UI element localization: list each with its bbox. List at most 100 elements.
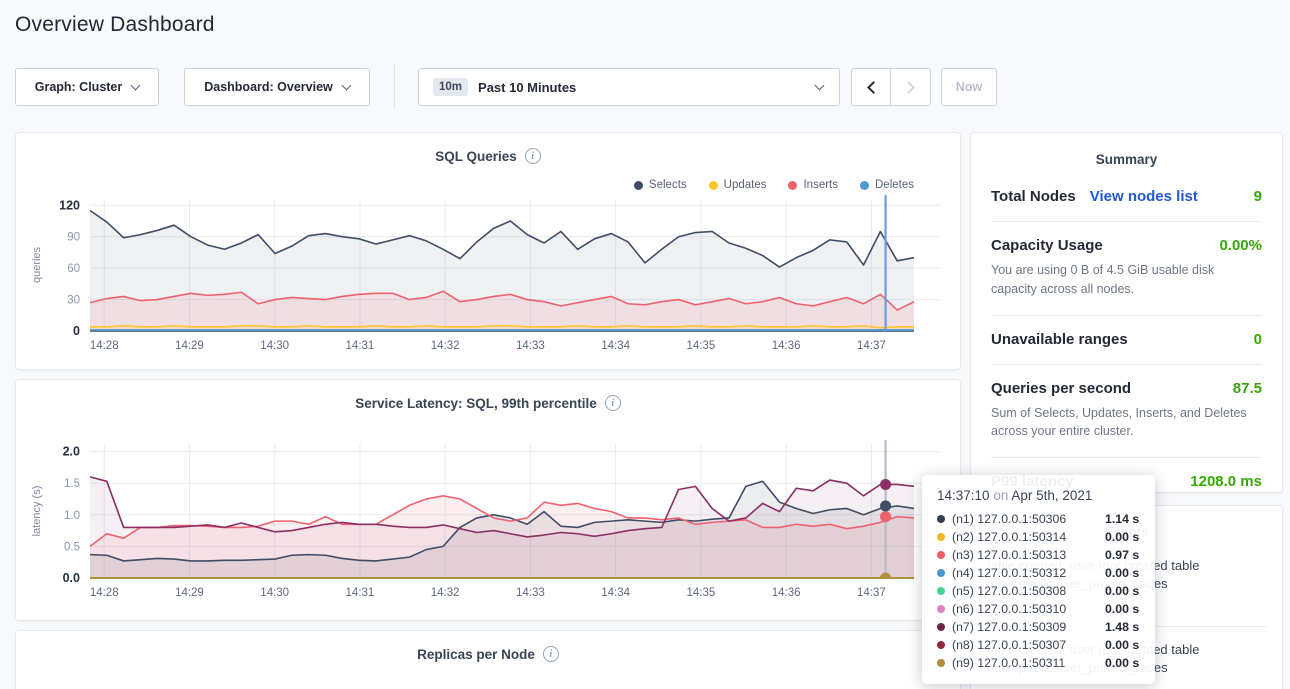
info-icon[interactable]: i xyxy=(605,395,621,411)
svg-text:queries: queries xyxy=(31,246,43,283)
svg-text:14:33: 14:33 xyxy=(516,587,545,599)
chevron-left-icon xyxy=(867,81,880,94)
dashboard-dropdown[interactable]: Dashboard: Overview xyxy=(184,68,370,106)
view-nodes-list-link[interactable]: View nodes list xyxy=(1090,188,1198,205)
node-address: (n8) 127.0.0.1:50307 xyxy=(952,638,1098,652)
node-latency-value: 0.00 s xyxy=(1105,530,1139,544)
chart-title: SQL Queries xyxy=(435,149,517,164)
svg-text:120: 120 xyxy=(59,198,80,212)
time-now-button[interactable]: Now xyxy=(941,68,997,106)
sql-queries-plot[interactable]: 030609012014:2814:2914:3014:3114:3214:33… xyxy=(24,189,954,365)
summary-row: Capacity Usage 0.00% You are using 0 B of … xyxy=(991,221,1262,315)
time-range-label: Past 10 Minutes xyxy=(478,80,576,95)
svg-text:14:32: 14:32 xyxy=(431,587,460,599)
node-address: (n6) 127.0.0.1:50310 xyxy=(952,602,1098,616)
service-latency-panel: Service Latency: SQL, 99th percentile i … xyxy=(15,379,961,621)
tooltip-connector: on xyxy=(993,488,1008,503)
sql-queries-panel: SQL Queries i SelectsUpdatesInsertsDelet… xyxy=(15,132,961,370)
svg-text:2.0: 2.0 xyxy=(63,445,80,459)
chart-title: Service Latency: SQL, 99th percentile xyxy=(355,396,597,411)
tooltip-title: 14:37:10 on Apr 5th, 2021 xyxy=(937,488,1140,503)
svg-text:14:37: 14:37 xyxy=(857,340,886,352)
node-color-dot xyxy=(937,641,945,649)
svg-text:0.0: 0.0 xyxy=(63,571,80,585)
svg-text:14:33: 14:33 xyxy=(516,340,545,352)
tooltip-date: Apr 5th, 2021 xyxy=(1011,488,1092,503)
node-latency-value: 0.00 s xyxy=(1105,566,1139,580)
tooltip-node-row: (n3) 127.0.0.1:50313 0.97 s xyxy=(937,546,1140,564)
svg-text:14:36: 14:36 xyxy=(772,587,801,599)
summary-row-label: Capacity Usage xyxy=(991,237,1103,254)
node-address: (n7) 127.0.0.1:50309 xyxy=(952,620,1098,634)
tooltip-node-row: (n9) 127.0.0.1:503110.00 s xyxy=(937,654,1140,672)
info-icon[interactable]: i xyxy=(525,148,541,164)
node-latency-value: 1.14 s xyxy=(1105,512,1139,526)
tooltip-node-row: (n5) 127.0.0.1:50308 0.00 s xyxy=(937,582,1140,600)
replicas-title-row: Replicas per Node i xyxy=(16,631,960,662)
svg-text:14:35: 14:35 xyxy=(687,587,716,599)
tooltip-node-row: (n4) 127.0.0.1:50312 0.00 s xyxy=(937,564,1140,582)
node-address: (n5) 127.0.0.1:50308 xyxy=(952,584,1098,598)
svg-text:14:29: 14:29 xyxy=(175,587,204,599)
node-color-dot xyxy=(937,551,945,559)
tooltip-node-row: (n1) 127.0.0.1:503061.14 s xyxy=(937,510,1140,528)
svg-text:30: 30 xyxy=(67,295,80,307)
chevron-right-icon xyxy=(902,81,915,94)
summary-row-description: Sum of Selects, Updates, Inserts, and De… xyxy=(991,404,1262,442)
overview-dashboard-page: Overview Dashboard Graph: Cluster Dashbo… xyxy=(0,0,1290,689)
node-color-dot xyxy=(937,587,945,595)
node-latency-value: 0.97 s xyxy=(1105,548,1139,562)
summary-row-label: Queries per second xyxy=(991,380,1131,397)
node-latency-value: 0.00 s xyxy=(1105,584,1139,598)
chevron-down-icon xyxy=(815,80,825,90)
tooltip-node-row: (n6) 127.0.0.1:503100.00 s xyxy=(937,600,1140,618)
node-color-dot xyxy=(937,605,945,613)
summary-row-label: Total Nodes xyxy=(991,188,1076,205)
graph-dropdown-label: Graph: Cluster xyxy=(35,80,123,94)
time-prev-button[interactable] xyxy=(851,68,891,106)
svg-text:14:37: 14:37 xyxy=(857,587,886,599)
graph-dropdown[interactable]: Graph: Cluster xyxy=(15,68,159,106)
svg-text:1.5: 1.5 xyxy=(64,478,80,490)
summary-row-value: 1208.0 ms xyxy=(1190,473,1262,490)
svg-text:14:30: 14:30 xyxy=(260,340,289,352)
svg-text:14:28: 14:28 xyxy=(90,340,119,352)
svg-text:14:34: 14:34 xyxy=(601,340,630,352)
node-address: (n3) 127.0.0.1:50313 xyxy=(952,548,1098,562)
svg-text:90: 90 xyxy=(67,232,80,244)
dashboard-dropdown-label: Dashboard: Overview xyxy=(204,80,333,94)
node-address: (n4) 127.0.0.1:50312 xyxy=(952,566,1098,580)
svg-text:14:31: 14:31 xyxy=(346,340,375,352)
service-latency-plot[interactable]: 0.00.51.01.52.014:2814:2914:3014:3114:32… xyxy=(24,432,954,614)
node-latency-value: 1.48 s xyxy=(1105,620,1139,634)
svg-text:0.5: 0.5 xyxy=(64,541,80,553)
time-range-picker[interactable]: 10m Past 10 Minutes xyxy=(418,68,840,106)
tooltip-node-row: (n8) 127.0.0.1:503070.00 s xyxy=(937,636,1140,654)
tooltip-time: 14:37:10 xyxy=(937,488,990,503)
svg-text:0: 0 xyxy=(73,324,80,338)
time-next-button[interactable] xyxy=(890,68,931,106)
summary-title: Summary xyxy=(971,133,1282,167)
service-latency-title-row: Service Latency: SQL, 99th percentile i xyxy=(16,380,960,411)
svg-text:14:31: 14:31 xyxy=(346,587,375,599)
summary-row-value: 87.5 xyxy=(1233,380,1262,397)
node-color-dot xyxy=(937,533,945,541)
time-range-badge: 10m xyxy=(433,78,468,96)
summary-row-value: 0 xyxy=(1254,331,1262,348)
summary-rows: Total NodesView nodes list9Capacity Usag… xyxy=(971,167,1282,506)
svg-text:14:32: 14:32 xyxy=(431,340,460,352)
summary-row-label: Unavailable ranges xyxy=(991,331,1128,348)
node-color-dot xyxy=(937,515,945,523)
svg-text:14:28: 14:28 xyxy=(90,587,119,599)
summary-row: Unavailable ranges 0 xyxy=(991,315,1262,364)
summary-row-value: 0.00% xyxy=(1219,237,1262,254)
toolbar-divider xyxy=(394,64,395,109)
chevron-down-icon xyxy=(341,80,351,90)
svg-text:14:34: 14:34 xyxy=(601,587,630,599)
summary-row-description: You are using 0 B of 4.5 GiB usable disk… xyxy=(991,261,1262,299)
replicas-per-node-panel: Replicas per Node i xyxy=(15,630,961,689)
svg-text:14:30: 14:30 xyxy=(260,587,289,599)
sql-queries-title-row: SQL Queries i xyxy=(16,133,960,164)
info-icon[interactable]: i xyxy=(543,646,559,662)
tooltip-node-row: (n2) 127.0.0.1:503140.00 s xyxy=(937,528,1140,546)
